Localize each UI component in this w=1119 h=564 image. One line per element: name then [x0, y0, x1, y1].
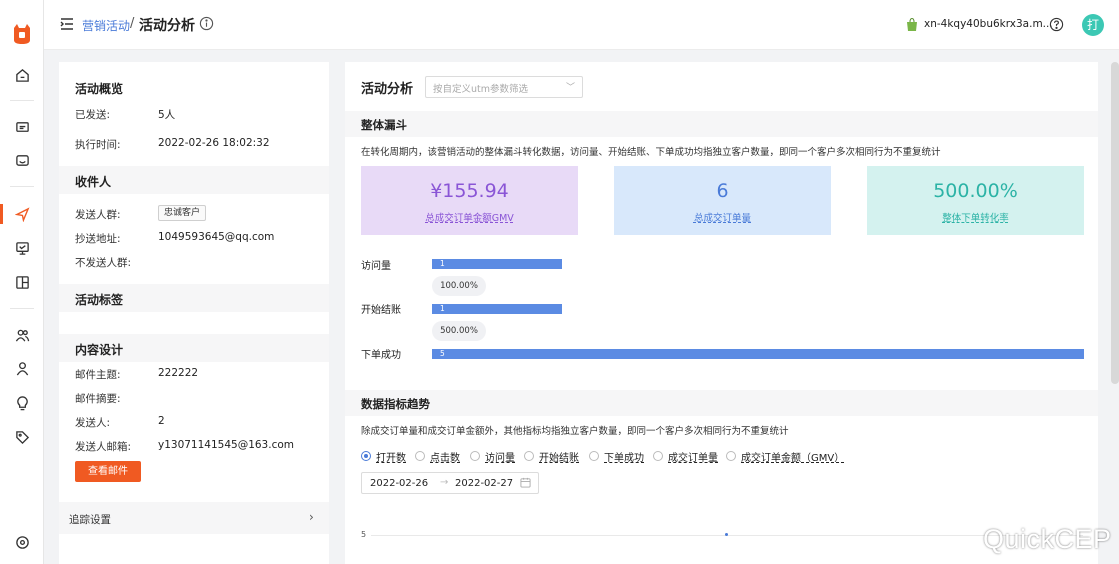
funnel-bar-orders-value: 5 [440, 349, 445, 358]
settings-icon[interactable] [13, 533, 31, 551]
sender-email-label: 发送人邮箱: [75, 441, 132, 453]
subject-label: 邮件主题: [75, 369, 121, 381]
breadcrumb-separator: / [130, 16, 135, 31]
orders-value: 6 [716, 180, 729, 202]
shop-bag-icon [907, 18, 917, 31]
scrollbar[interactable] [1111, 62, 1119, 384]
campaign-info-panel: 活动概览 已发送: 5人 执行时间: 2022-02-26 18:02:32 收… [59, 62, 329, 564]
shop-name[interactable]: xn-4kqy40bu6krx3a.m... [924, 18, 1053, 30]
user-icon[interactable] [13, 359, 31, 377]
active-indicator [0, 204, 3, 224]
metric-radio-label: 访问量 [485, 453, 515, 464]
funnel-title: 整体漏斗 [361, 118, 407, 132]
view-email-button[interactable]: 查看邮件 [75, 461, 141, 482]
date-end[interactable]: 2022-02-27 [455, 478, 513, 489]
trend-section-header: 数据指标趋势 [345, 390, 1098, 416]
watermark: QuickCEP [983, 524, 1112, 554]
chevron-down-icon: ﹀ [566, 83, 576, 93]
sender-value: 2 [158, 415, 165, 427]
tag-icon[interactable] [13, 428, 31, 446]
users-icon[interactable] [13, 326, 31, 344]
calendar-icon [520, 477, 531, 488]
activity-tags-title: 活动标签 [75, 293, 124, 307]
menu-toggle-icon[interactable] [60, 17, 74, 31]
orders-card: 6 总成交订单量 [614, 166, 831, 235]
page-title: 活动分析 [139, 18, 195, 34]
cc-value: 1049593645@qq.com [158, 231, 275, 243]
target-group-label: 发送人群: [75, 209, 121, 221]
trend-title: 数据指标趋势 [361, 397, 430, 411]
tracking-settings-label: 追踪设置 [69, 514, 111, 526]
funnel-label-visits: 访问量 [361, 261, 391, 272]
date-start[interactable]: 2022-02-26 [370, 478, 428, 489]
inbox-icon[interactable] [13, 151, 31, 169]
funnel-bar-visits[interactable]: 1 [432, 259, 562, 269]
home-icon[interactable] [13, 66, 31, 84]
funnel-rate-1: 100.00% [432, 276, 486, 296]
metric-radio-label: 开始结账 [539, 453, 579, 464]
funnel-bar-checkout-value: 1 [440, 304, 445, 313]
sender-label: 发送人: [75, 417, 111, 429]
metric-radio-label: 打开数 [376, 453, 406, 464]
content-design-title: 内容设计 [75, 343, 124, 357]
funnel-label-orders: 下单成功 [361, 350, 401, 361]
exclude-group-label: 不发送人群: [75, 257, 132, 269]
metric-radio-label: 成交订单量 [668, 453, 718, 464]
monitor-icon[interactable] [13, 239, 31, 257]
help-icon[interactable] [1049, 17, 1064, 32]
chevron-right-icon: › [309, 510, 314, 524]
exec-time-label: 执行时间: [75, 139, 121, 151]
metric-radio-label: 点击数 [430, 453, 460, 464]
date-arrow: → [440, 477, 449, 488]
metric-radio-label: 成交订单金额（GMV） [741, 453, 845, 464]
top-header: 营销活动 / 活动分析 xn-4kqy40bu6krx3a.m... 打 [44, 0, 1119, 50]
conversion-label[interactable]: 整体下单转化率 [867, 210, 1084, 224]
utm-filter-placeholder: 按自定义utm参数筛选 [433, 84, 529, 95]
funnel-section-header: 整体漏斗 [345, 111, 1098, 137]
funnel-bar-orders[interactable]: 5 [432, 349, 1084, 359]
recipients-title: 收件人 [75, 175, 112, 189]
icon-rail [0, 0, 44, 564]
funnel-rate-2: 500.00% [432, 321, 486, 341]
gmv-value: ¥155.94 [430, 180, 509, 202]
metric-radio-label: 下单成功 [604, 453, 644, 464]
chart-point[interactable] [725, 533, 728, 536]
exec-time-value: 2022-02-26 18:02:32 [158, 137, 270, 149]
bulb-icon[interactable] [13, 394, 31, 412]
breadcrumb-parent[interactable]: 营销活动 [82, 17, 130, 34]
logo-icon[interactable] [11, 22, 33, 46]
trend-description: 除成交订单量和成交订单金额外，其他指标均指独立客户数量，即同一个客户多次相同行为… [361, 426, 789, 437]
funnel-description: 在转化周期内，该营销活动的整体漏斗转化数据，访问量、开始结账、下单成功均指独立客… [361, 147, 941, 158]
subject-value: 222222 [158, 367, 199, 379]
analysis-title: 活动分析 [361, 82, 414, 97]
analysis-panel: 活动分析 按自定义utm参数筛选 ﹀ 整体漏斗 在转化周期内，该营销活动的整体漏… [345, 62, 1098, 564]
overview-title: 活动概览 [75, 82, 124, 96]
sent-value: 5人 [158, 109, 176, 121]
funnel-label-checkout: 开始结账 [361, 305, 401, 316]
layout-icon[interactable] [13, 273, 31, 291]
avatar[interactable]: 打 [1082, 14, 1104, 36]
funnel-bar-checkout[interactable]: 1 [432, 304, 562, 314]
sent-label: 已发送: [75, 109, 111, 121]
gmv-label[interactable]: 总成交订单金额GMV [361, 210, 578, 224]
conversion-value: 500.00% [933, 180, 1018, 202]
message-icon[interactable] [13, 118, 31, 136]
send-icon[interactable] [13, 205, 31, 223]
utm-filter-select[interactable]: 按自定义utm参数筛选 ﹀ [425, 76, 583, 98]
customer-group-tag: 忠诚客户 [158, 205, 207, 221]
orders-label[interactable]: 总成交订单量 [614, 210, 831, 224]
date-range-picker[interactable]: 2022-02-26 → 2022-02-27 [361, 472, 539, 494]
summary-label: 邮件摘要: [75, 393, 121, 405]
chart-y-tick: 5 [361, 530, 367, 539]
gmv-card: ¥155.94 总成交订单金额GMV [361, 166, 578, 235]
sender-email-value: y13071141545@163.com [158, 439, 295, 451]
funnel-bar-visits-value: 1 [440, 259, 445, 268]
conversion-card: 500.00% 整体下单转化率 [867, 166, 1084, 235]
tracking-settings-row[interactable]: 追踪设置 › [59, 502, 329, 534]
info-icon[interactable] [199, 16, 214, 31]
cc-label: 抄送地址: [75, 233, 121, 245]
